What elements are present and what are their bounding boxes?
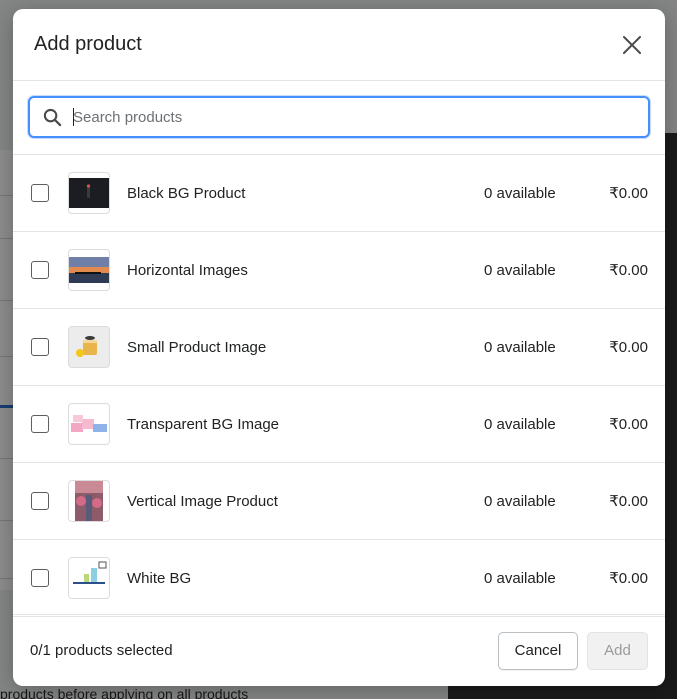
product-price: ₹0.00	[609, 185, 648, 202]
product-row[interactable]: Black BG Product 0 available ₹0.00	[13, 155, 665, 232]
product-name: Vertical Image Product	[127, 492, 278, 510]
product-row[interactable]: Small Product Image 0 available ₹0.00	[13, 309, 665, 386]
product-name: Black BG Product	[127, 184, 246, 202]
product-price: ₹0.00	[609, 339, 648, 356]
product-checkbox[interactable]	[31, 184, 49, 202]
search-section	[13, 81, 665, 155]
product-checkbox[interactable]	[31, 569, 49, 587]
product-thumbnail	[68, 326, 110, 368]
product-checkbox[interactable]	[31, 261, 49, 279]
product-row[interactable]: Horizontal Images 0 available ₹0.00	[13, 232, 665, 309]
product-availability: 0 available	[484, 492, 556, 510]
modal-header: Add product	[13, 9, 665, 81]
product-checkbox[interactable]	[31, 492, 49, 510]
selected-count: 0/1 products selected	[30, 642, 173, 659]
search-input[interactable]	[73, 98, 648, 136]
product-thumbnail	[68, 249, 110, 291]
product-name: Transparent BG Image	[127, 415, 280, 433]
product-availability: 0 available	[484, 569, 556, 587]
product-price: ₹0.00	[609, 570, 648, 587]
close-icon	[623, 35, 641, 54]
product-name: Small Product Image	[127, 338, 267, 356]
product-thumbnail	[68, 172, 110, 214]
product-list: Black BG Product 0 available ₹0.00 Horiz…	[13, 155, 665, 617]
product-row[interactable]: Vertical Image Product 0 available ₹0.00	[13, 463, 665, 540]
modal-footer: 0/1 products selected Cancel Add	[13, 614, 665, 686]
product-row[interactable]: White BG 0 available ₹0.00	[13, 540, 665, 617]
close-button[interactable]	[619, 32, 645, 58]
product-price: ₹0.00	[609, 416, 648, 433]
product-name: Horizontal Images	[127, 261, 248, 279]
product-availability: 0 available	[484, 415, 556, 433]
add-product-modal: Add product Black BG Product	[13, 9, 665, 686]
product-price: ₹0.00	[609, 262, 648, 279]
cancel-button[interactable]: Cancel	[498, 631, 578, 670]
text-cursor	[73, 108, 74, 126]
product-thumbnail	[68, 403, 110, 445]
add-button[interactable]: Add	[587, 631, 648, 670]
product-checkbox[interactable]	[31, 338, 49, 356]
product-availability: 0 available	[484, 338, 556, 356]
product-thumbnail	[68, 480, 110, 522]
modal-title: Add product	[34, 33, 142, 55]
product-availability: 0 available	[484, 261, 556, 279]
search-icon	[42, 107, 62, 127]
product-checkbox[interactable]	[31, 415, 49, 433]
product-row[interactable]: Transparent BG Image 0 available ₹0.00	[13, 386, 665, 463]
footer-actions: Cancel Add	[498, 631, 648, 670]
product-price: ₹0.00	[609, 493, 648, 510]
search-field[interactable]	[28, 96, 650, 138]
product-name: White BG	[127, 569, 192, 587]
product-thumbnail	[68, 557, 110, 599]
product-availability: 0 available	[484, 184, 556, 202]
